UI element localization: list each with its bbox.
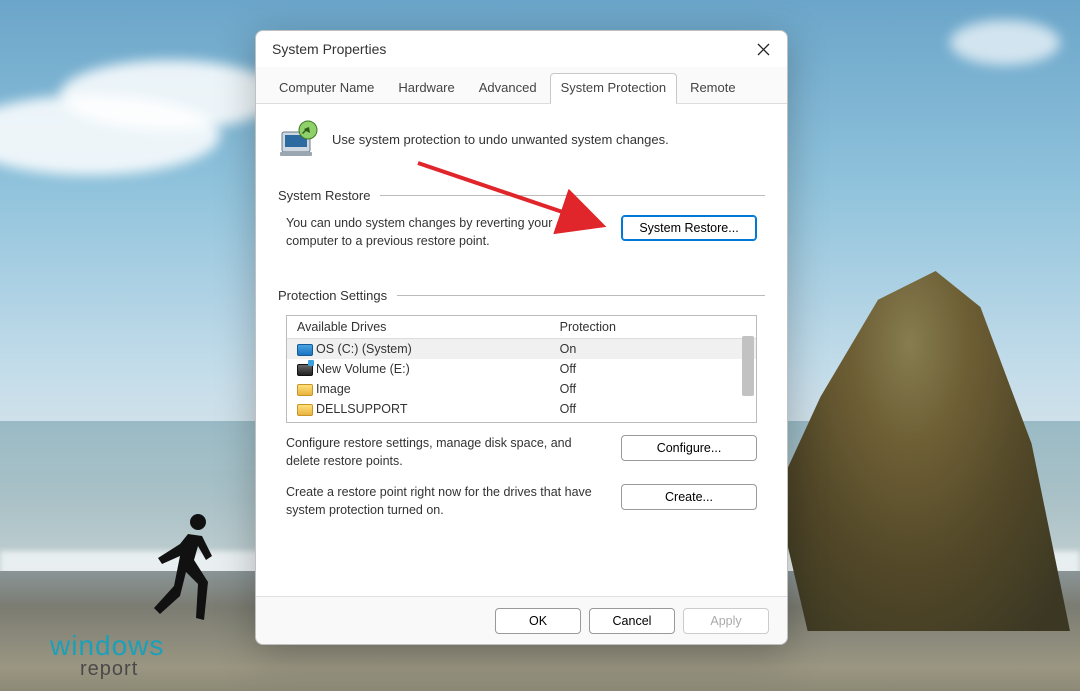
drive-system-icon <box>297 344 313 356</box>
drive-volume-icon <box>297 364 313 376</box>
runner-silhouette <box>150 506 230 626</box>
watermark-line2: report <box>50 660 164 679</box>
close-button[interactable] <box>747 33 779 65</box>
configure-button[interactable]: Configure... <box>621 435 757 461</box>
folder-icon <box>297 384 313 396</box>
close-icon <box>757 43 770 56</box>
system-restore-button[interactable]: System Restore... <box>621 215 757 241</box>
drive-row[interactable]: Image Off <box>287 379 756 399</box>
system-properties-dialog: System Properties Computer Name Hardware… <box>255 30 788 645</box>
apply-button[interactable]: Apply <box>683 608 769 634</box>
scrollbar-thumb[interactable] <box>742 336 754 396</box>
create-button[interactable]: Create... <box>621 484 757 510</box>
tab-hardware[interactable]: Hardware <box>387 73 465 104</box>
dialog-title: System Properties <box>272 41 747 57</box>
tab-system-protection[interactable]: System Protection <box>550 73 678 104</box>
configure-text: Configure restore settings, manage disk … <box>286 435 607 470</box>
annotation-arrow <box>410 155 620 245</box>
tab-computer-name[interactable]: Computer Name <box>268 73 385 104</box>
ok-button[interactable]: OK <box>495 608 581 634</box>
drive-row[interactable]: DELLSUPPORT Off <box>287 399 756 419</box>
dialog-footer: OK Cancel Apply <box>256 596 787 644</box>
protection-settings-group: Protection Settings Available Drives Pro… <box>278 288 765 519</box>
watermark-line1: windows <box>50 633 164 660</box>
tab-advanced[interactable]: Advanced <box>468 73 548 104</box>
drives-header-row: Available Drives Protection <box>287 316 756 339</box>
drive-row[interactable]: New Volume (E:) Off <box>287 359 756 379</box>
system-protection-icon <box>278 118 320 160</box>
system-restore-legend: System Restore <box>278 188 370 203</box>
tab-remote[interactable]: Remote <box>679 73 747 104</box>
create-text: Create a restore point right now for the… <box>286 484 607 519</box>
tab-bar: Computer Name Hardware Advanced System P… <box>256 67 787 104</box>
drives-list[interactable]: Available Drives Protection OS (C:) (Sys… <box>286 315 757 423</box>
col-available-drives: Available Drives <box>287 316 550 339</box>
cancel-button[interactable]: Cancel <box>589 608 675 634</box>
folder-icon <box>297 404 313 416</box>
col-protection: Protection <box>550 316 756 339</box>
watermark-logo: windows report <box>50 633 164 679</box>
intro-text: Use system protection to undo unwanted s… <box>332 132 669 147</box>
protection-settings-legend: Protection Settings <box>278 288 387 303</box>
drive-row[interactable]: OS (C:) (System) On <box>287 339 756 360</box>
titlebar: System Properties <box>256 31 787 67</box>
